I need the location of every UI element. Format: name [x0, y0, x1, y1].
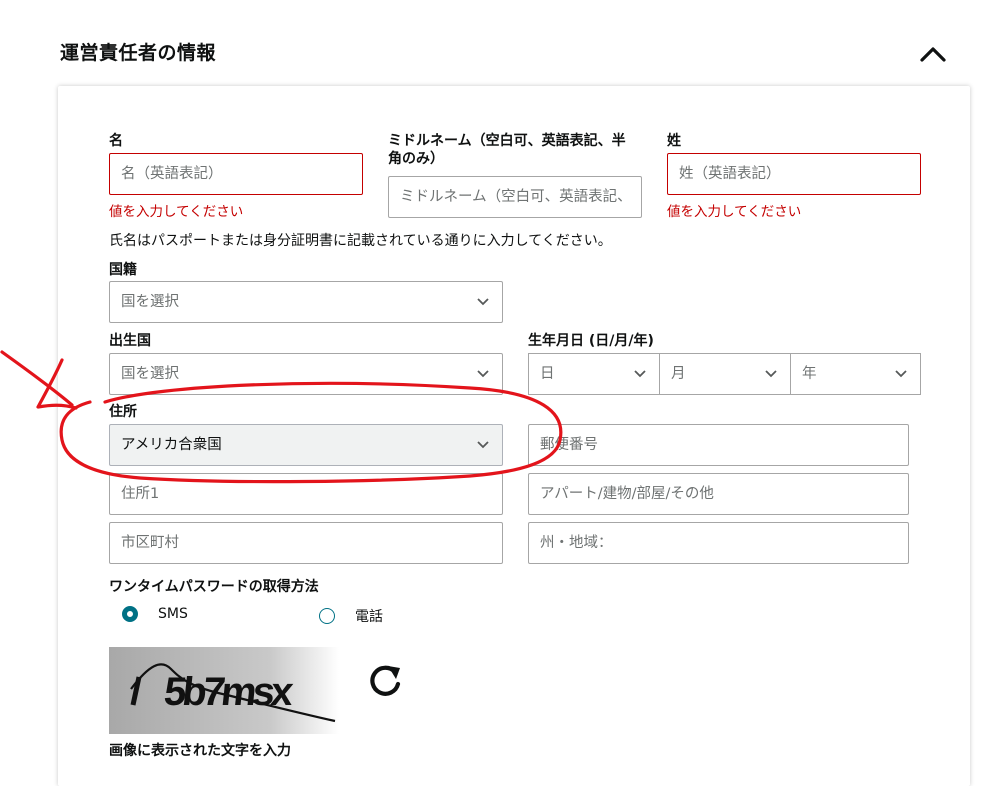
birth-year-value: 年: [802, 366, 817, 382]
otp-label: ワンタイムパスワードの取得方法: [109, 579, 319, 595]
otp-option-sms[interactable]: SMS: [122, 606, 188, 622]
chevron-down-icon: [895, 370, 907, 378]
postal-code-input[interactable]: [528, 424, 909, 466]
first-name-input[interactable]: [109, 153, 363, 195]
captcha-input-label: 画像に表示された文字を入力: [109, 743, 291, 759]
refresh-icon[interactable]: [366, 662, 404, 700]
nationality-label: 国籍: [109, 262, 137, 278]
birth-month-select[interactable]: 月: [659, 353, 791, 395]
chevron-down-icon: [477, 370, 489, 378]
otp-option-phone[interactable]: 電話: [319, 606, 383, 626]
chevron-down-icon: [634, 370, 646, 378]
last-name-input[interactable]: [667, 153, 921, 195]
chevron-up-icon[interactable]: [918, 40, 948, 66]
otp-option-label: SMS: [158, 606, 188, 622]
radio-unchecked-icon: [319, 608, 335, 624]
chevron-down-icon: [477, 441, 489, 449]
last-name-label: 姓: [667, 133, 681, 149]
address-country-value: アメリカ合衆国: [121, 437, 222, 453]
address-label: 住所: [109, 404, 137, 420]
name-note: 氏名はパスポートまたは身分証明書に記載されている通りに入力してください。: [109, 233, 612, 249]
birth-country-label: 出生国: [109, 333, 151, 349]
chevron-down-icon: [477, 298, 489, 306]
first-name-label: 名: [109, 133, 123, 149]
state-input[interactable]: [528, 522, 909, 564]
birth-month-value: 月: [671, 366, 686, 382]
nationality-value: 国を選択: [121, 294, 179, 310]
birth-country-select[interactable]: 国を選択: [109, 353, 503, 395]
address1-input[interactable]: [109, 473, 503, 515]
otp-option-label: 電話: [355, 609, 383, 625]
nationality-select[interactable]: 国を選択: [109, 281, 503, 323]
birth-day-select[interactable]: 日: [528, 353, 660, 395]
last-name-error: 値を入力してください: [667, 204, 802, 220]
birth-date-label: 生年月日 (日/月/年): [528, 333, 654, 349]
city-input[interactable]: [109, 522, 503, 564]
birth-day-value: 日: [540, 366, 555, 382]
address-country-select[interactable]: アメリカ合衆国: [109, 424, 503, 466]
address2-input[interactable]: [528, 473, 909, 515]
middle-name-label: ミドルネーム（空白可、英語表記、半角のみ）: [388, 133, 626, 167]
birth-country-value: 国を選択: [121, 366, 179, 382]
birth-year-select[interactable]: 年: [790, 353, 921, 395]
section-title: 運営責任者の情報: [60, 42, 217, 64]
middle-name-input[interactable]: [388, 176, 642, 218]
first-name-error: 値を入力してください: [109, 204, 244, 220]
chevron-down-icon: [765, 370, 777, 378]
radio-checked-icon: [122, 606, 138, 622]
captcha-image: 5b7msx: [109, 647, 339, 734]
